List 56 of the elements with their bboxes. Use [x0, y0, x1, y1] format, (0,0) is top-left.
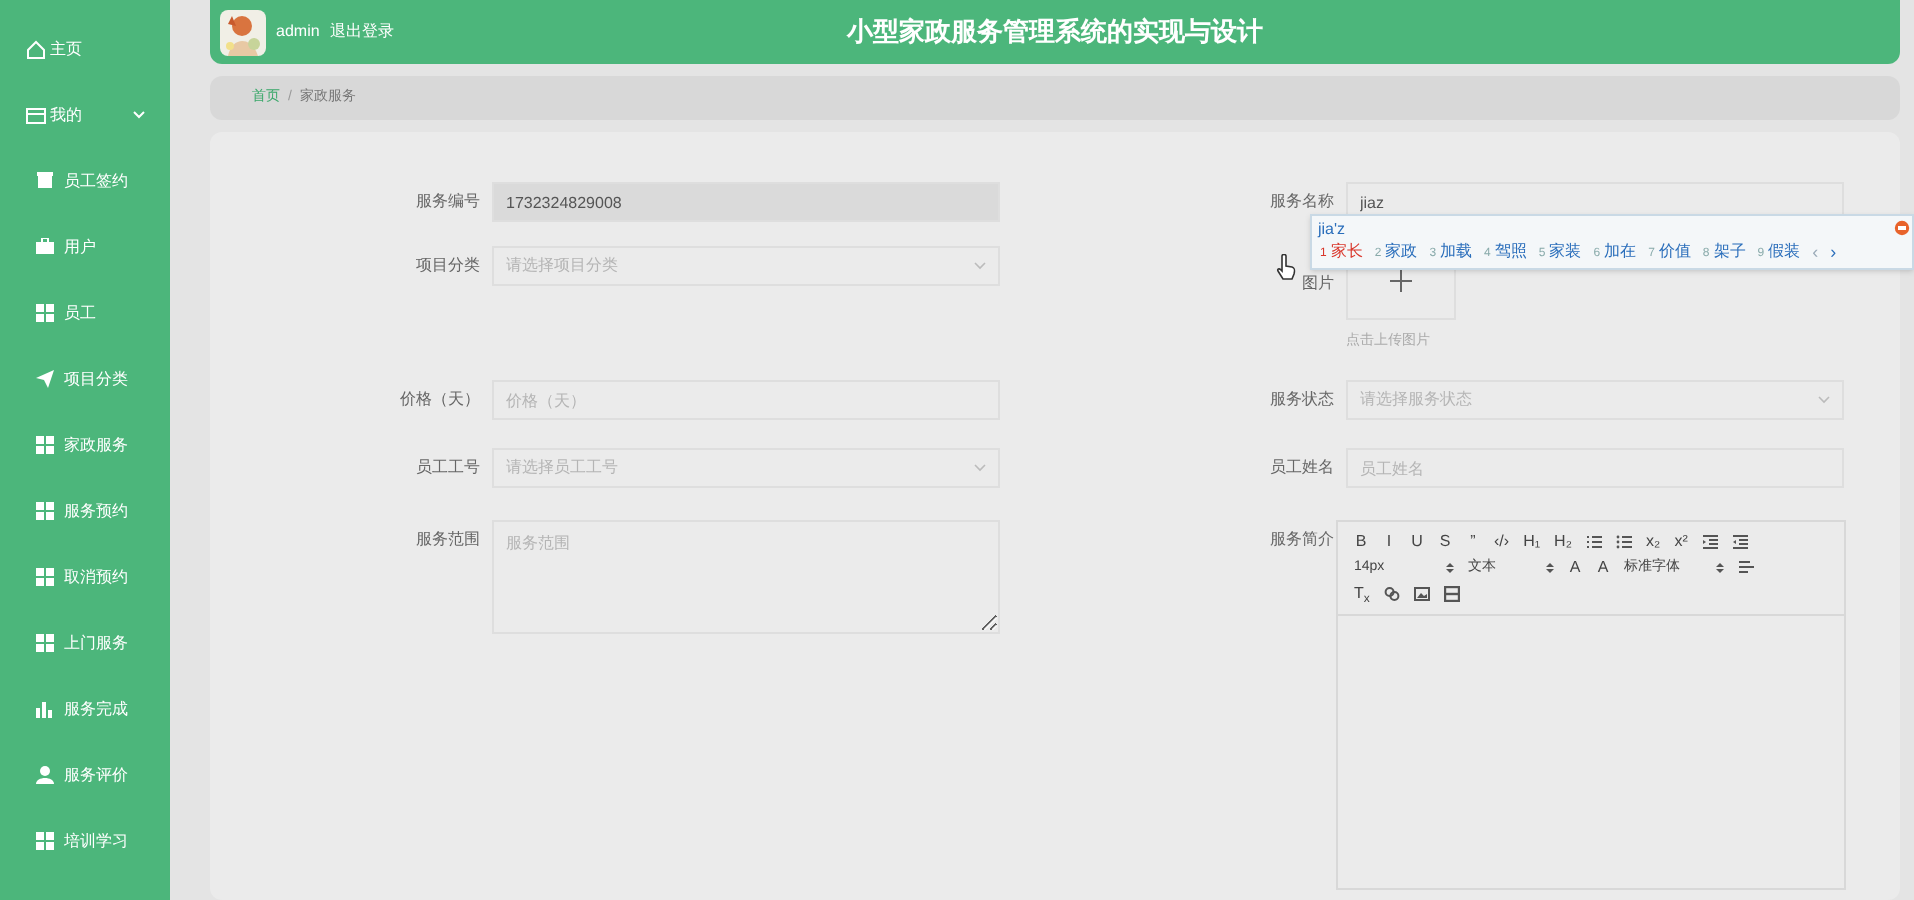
username: admin	[276, 20, 320, 44]
field-label: 服务简介	[1268, 530, 1334, 550]
field-label: 员工姓名	[1268, 458, 1334, 478]
toolbar-button[interactable]: I	[1382, 534, 1396, 550]
toolbar-button[interactable]: ‹/›	[1494, 534, 1510, 550]
page-title: 小型家政服务管理系统的实现与设计	[847, 14, 1263, 51]
link-icon[interactable]	[1383, 586, 1400, 602]
plus-icon	[1390, 269, 1412, 291]
field-label: 服务编号	[414, 192, 480, 212]
field-label: 服务状态	[1268, 390, 1334, 410]
video-icon[interactable]	[1443, 586, 1460, 602]
up-down-arrows-icon	[1716, 562, 1724, 574]
chevron-icon	[974, 262, 986, 270]
briefcase-icon	[36, 238, 54, 256]
grid-icon	[36, 568, 54, 586]
field-label: 价格（天）	[398, 390, 480, 410]
ime-next-arrow[interactable]: ›	[1830, 242, 1837, 262]
toolbar-button[interactable]: A	[1596, 560, 1610, 576]
image-icon[interactable]	[1413, 586, 1430, 602]
grid-icon	[36, 634, 54, 652]
toolbar-button[interactable]: x₂	[1645, 534, 1661, 550]
toolbar-button[interactable]: H₁	[1523, 534, 1541, 550]
grid-icon	[36, 436, 54, 454]
toolbar-button[interactable]: B	[1354, 534, 1368, 550]
toolbar-button[interactable]: U	[1410, 534, 1424, 550]
bar-chart-icon	[36, 700, 54, 718]
toolbar-button[interactable]: A	[1568, 560, 1582, 576]
field-label: 项目分类	[414, 256, 480, 276]
up-down-arrows-icon	[1446, 562, 1454, 574]
toolbar-button[interactable]: S	[1438, 534, 1452, 550]
grid-icon	[36, 502, 54, 520]
align-icon[interactable]	[1738, 560, 1754, 576]
person-icon	[36, 766, 54, 784]
up-down-arrows-icon	[1546, 562, 1554, 574]
input-field[interactable]: 1732324829008	[492, 182, 1000, 222]
toolbar-button[interactable]: T$_{x}$	[1354, 586, 1370, 602]
indent-icon[interactable]	[1702, 534, 1719, 550]
hand-cursor-icon	[1276, 254, 1296, 280]
toolbar-button[interactable]: ”	[1466, 534, 1480, 550]
outdent-icon[interactable]	[1732, 534, 1749, 550]
bullet-list-icon[interactable]	[1615, 534, 1632, 550]
toolbar-button[interactable]: H₂	[1554, 534, 1572, 550]
home-icon	[26, 39, 46, 59]
toolbar-button[interactable]: x²	[1674, 534, 1689, 550]
paper-plane-icon	[36, 370, 54, 388]
window-icon	[26, 105, 46, 125]
grid-icon	[36, 832, 54, 850]
ime-composition: jia'z	[1318, 218, 1346, 240]
field-label: 图片	[1300, 274, 1334, 294]
ordered-list-icon[interactable]	[1585, 534, 1602, 550]
grid-icon	[36, 304, 54, 322]
chevron-icon	[1818, 396, 1830, 404]
chevron-icon	[974, 464, 986, 472]
field-label: 员工工号	[414, 458, 480, 478]
field-label: 服务名称	[1268, 192, 1334, 212]
field-label: 服务范围	[414, 530, 480, 550]
